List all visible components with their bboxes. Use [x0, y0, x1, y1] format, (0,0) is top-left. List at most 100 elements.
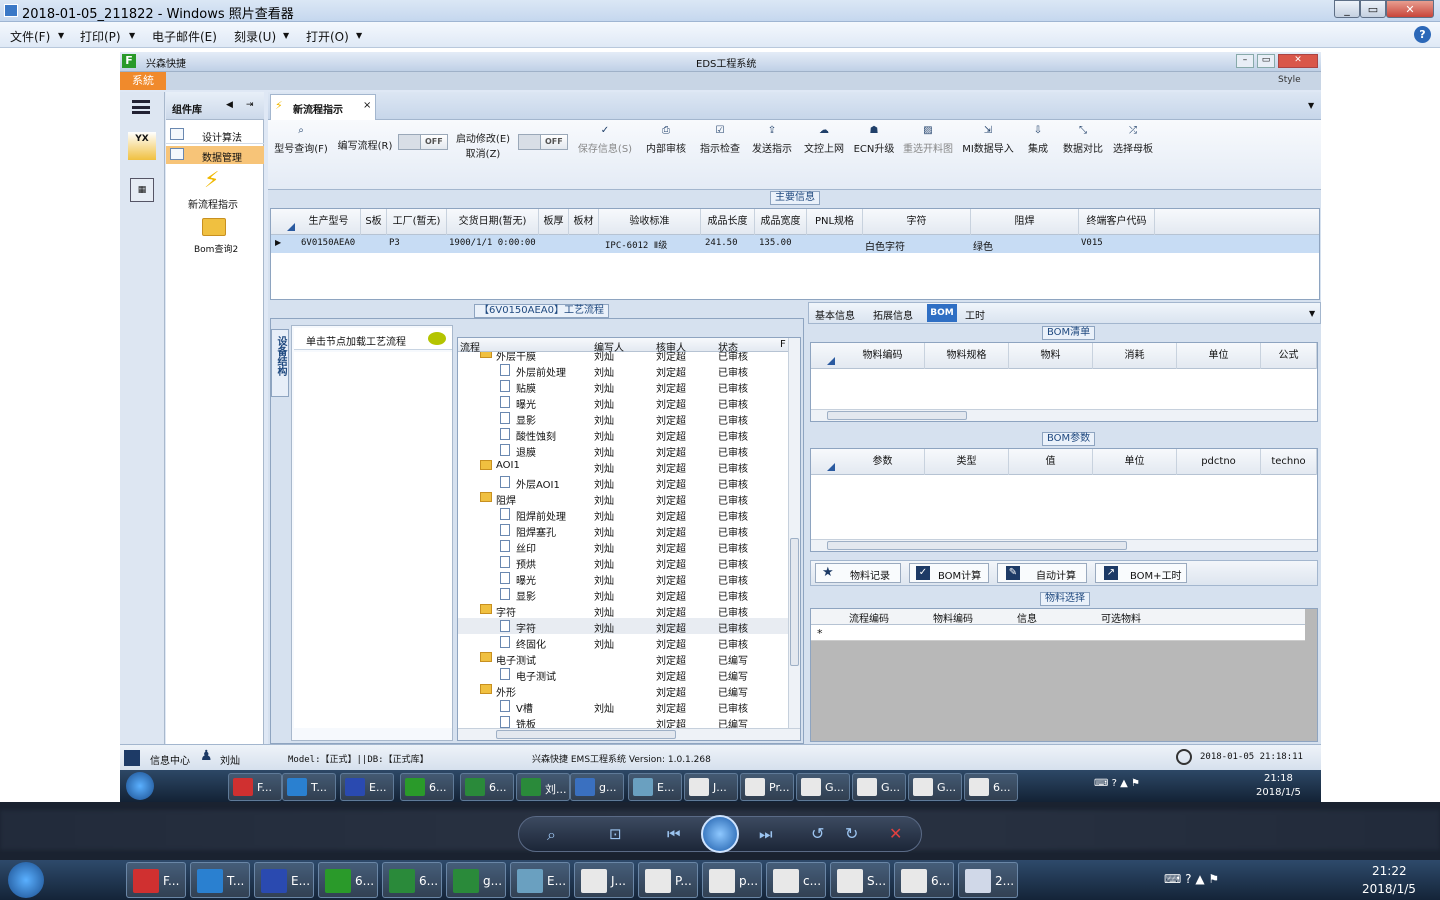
tool-new-flow[interactable]: 新流程指示 [188, 196, 238, 211]
tb-ecn[interactable]: ☗ ECN升级 [852, 126, 896, 156]
database-icon[interactable]: ▦ [130, 178, 154, 202]
tree-row[interactable]: 曝光 刘灿 刘定超 已审核 [458, 394, 788, 411]
scroll-thumb[interactable] [496, 730, 676, 739]
table-row[interactable]: ▶ 6V0150AEA0 P3 1900/1/1 0:00:00 IPC-601… [271, 235, 1319, 253]
col-header[interactable]: 消耗 [1093, 343, 1177, 369]
tree-row[interactable]: 阻焊塞孔 刘灿 刘定超 已审核 [458, 522, 788, 539]
taskbar-button[interactable]: Pr... [740, 773, 794, 801]
eds-maximize-button[interactable]: ▭ [1257, 54, 1275, 68]
scroll-thumb[interactable] [827, 411, 967, 420]
col-header[interactable]: 板厚 [539, 209, 569, 235]
taskbar-button[interactable]: E... [628, 773, 682, 801]
tb-compare[interactable]: ⤡ 数据对比 [1060, 126, 1106, 156]
col-header[interactable]: 成品宽度 [755, 209, 807, 235]
col-header[interactable]: 单位 [1177, 343, 1261, 369]
tb-publish[interactable]: ☁ 文控上网 [800, 126, 848, 156]
col-header[interactable]: 工厂(暂无) [387, 209, 447, 235]
taskbar-button[interactable]: F... [126, 862, 186, 898]
taskbar-button[interactable]: T... [282, 773, 336, 801]
zoom-icon[interactable]: ⌕ [547, 825, 556, 845]
tb-edit-flow[interactable]: 编写流程(R) [336, 137, 394, 152]
menu-open[interactable]: 打开(O) [306, 28, 349, 45]
tree-row[interactable]: 外层AOI1 刘灿 刘定超 已审核 [458, 474, 788, 491]
system-tab[interactable]: 系統 [120, 72, 166, 90]
taskbar-button[interactable]: T... [190, 862, 250, 898]
next-icon[interactable]: ⏭ [759, 825, 773, 843]
tb-internal-review[interactable]: ⎙ 内部审核 [642, 126, 690, 156]
delete-icon[interactable]: ✕ [889, 824, 902, 843]
col-header[interactable]: 物料规格 [925, 343, 1009, 369]
tb-check[interactable]: ☑ 指示检查 [696, 126, 744, 156]
col-header[interactable]: 流程编码 [849, 610, 889, 625]
side-tab-equipment[interactable]: 设备结构 [271, 329, 289, 397]
col-header[interactable]: 生产型号 [297, 209, 361, 235]
new-row[interactable]: * [811, 625, 1305, 641]
actual-size-icon[interactable]: ⊡ [609, 825, 622, 843]
tab-new-flow[interactable]: ⚡ 新流程指示 × [270, 94, 376, 120]
tree-row[interactable]: 外形 刘定超 已编写 [458, 682, 788, 699]
taskbar-button[interactable]: P... [638, 862, 698, 898]
bom-hours-button[interactable]: ↗ BOM+工时 [1095, 563, 1187, 583]
taskbar-button[interactable]: 2... [958, 862, 1018, 898]
taskbar-button[interactable]: E... [340, 773, 394, 801]
taskbar-button[interactable]: 6... [460, 773, 514, 801]
scroll-thumb[interactable] [827, 541, 1127, 550]
col-header[interactable]: 阻焊 [971, 209, 1079, 235]
minimize-button[interactable]: _ [1334, 0, 1360, 18]
tree-row[interactable]: 字符 刘灿 刘定超 已审核 [458, 602, 788, 619]
taskbar-button[interactable]: p... [702, 862, 762, 898]
menu-email[interactable]: 电子邮件(E) [152, 28, 217, 45]
col-header[interactable]: 验收标准 [599, 209, 701, 235]
component-item-design[interactable]: 设计算法 [166, 126, 264, 144]
col-header[interactable]: 单位 [1093, 449, 1177, 475]
col-header[interactable]: PNL规格 [807, 209, 863, 235]
col-header[interactable]: 物料编码 [841, 343, 925, 369]
toggle-edit-flow[interactable]: OFF [398, 134, 448, 150]
taskbar-button[interactable]: 刘... [516, 773, 570, 801]
taskbar-button[interactable]: 6... [964, 773, 1018, 801]
info-center-label[interactable]: 信息中心 [150, 752, 190, 767]
col-header[interactable]: 物料编码 [933, 610, 973, 625]
tree-row[interactable]: 曝光 刘灿 刘定超 已审核 [458, 570, 788, 587]
menu-file[interactable]: 文件(F) [10, 28, 50, 45]
col-header[interactable]: 终端客户代码 [1079, 209, 1155, 235]
tab-basic-info[interactable]: 基本信息 [815, 307, 855, 322]
tab-bom[interactable]: BOM [927, 304, 957, 322]
taskbar-button[interactable]: G... [796, 773, 850, 801]
tree-row[interactable]: 终固化 刘灿 刘定超 已审核 [458, 634, 788, 651]
tree-row[interactable]: 电子测试 刘定超 已编写 [458, 650, 788, 667]
start-orb-icon[interactable] [8, 862, 44, 898]
taskbar-button[interactable]: 6... [894, 862, 954, 898]
previous-icon[interactable]: ⏮ [667, 825, 681, 843]
col-header[interactable]: 板材 [569, 209, 599, 235]
col-header[interactable]: pdctno [1177, 449, 1261, 475]
tree-row[interactable]: 退膜 刘灿 刘定超 已审核 [458, 442, 788, 459]
tree-scrollbar-v[interactable] [788, 338, 800, 728]
tree-row[interactable]: AOI1 刘灿 刘定超 已审核 [458, 458, 788, 475]
tb-send[interactable]: ⇪ 发送指示 [748, 126, 796, 156]
rotate-left-icon[interactable]: ↺ [811, 824, 824, 843]
tree-row[interactable]: 丝印 刘灿 刘定超 已审核 [458, 538, 788, 555]
tree-row[interactable]: 阻焊 刘灿 刘定超 已审核 [458, 490, 788, 507]
yx-design-icon[interactable]: YX [128, 132, 156, 160]
collapse-arrow-icon[interactable]: ◀ [226, 100, 233, 110]
tab-close-icon[interactable]: × [363, 100, 371, 111]
tree-row[interactable]: 外层干膜 刘灿 刘定超 已审核 [458, 352, 788, 363]
eds-minimize-button[interactable]: – [1236, 54, 1254, 68]
taskbar-button[interactable]: 6... [400, 773, 454, 801]
eds-close-button[interactable]: ✕ [1278, 54, 1318, 68]
bom-calc-button[interactable]: ✓ BOM计算 [909, 563, 989, 583]
taskbar-button[interactable]: g... [570, 773, 624, 801]
tab-extended-info[interactable]: 拓展信息 [873, 307, 913, 322]
taskbar-button[interactable]: 6... [382, 862, 442, 898]
maximize-button[interactable]: ▭ [1360, 0, 1386, 18]
tree-row[interactable]: 贴膜 刘灿 刘定超 已审核 [458, 378, 788, 395]
menu-burn[interactable]: 刻录(U) [234, 28, 276, 45]
tree-row[interactable]: 电子测试 刘定超 已编写 [458, 666, 788, 683]
slideshow-button[interactable] [701, 815, 739, 853]
col-header[interactable]: 字符 [863, 209, 971, 235]
tb-mi-import[interactable]: ⇲ MI数据导入 [960, 126, 1016, 156]
tb-start-modify[interactable]: 启动修改(E) 取消(Z) [454, 130, 512, 160]
menu-print[interactable]: 打印(P) [80, 28, 121, 45]
taskbar-button[interactable]: c... [766, 862, 826, 898]
